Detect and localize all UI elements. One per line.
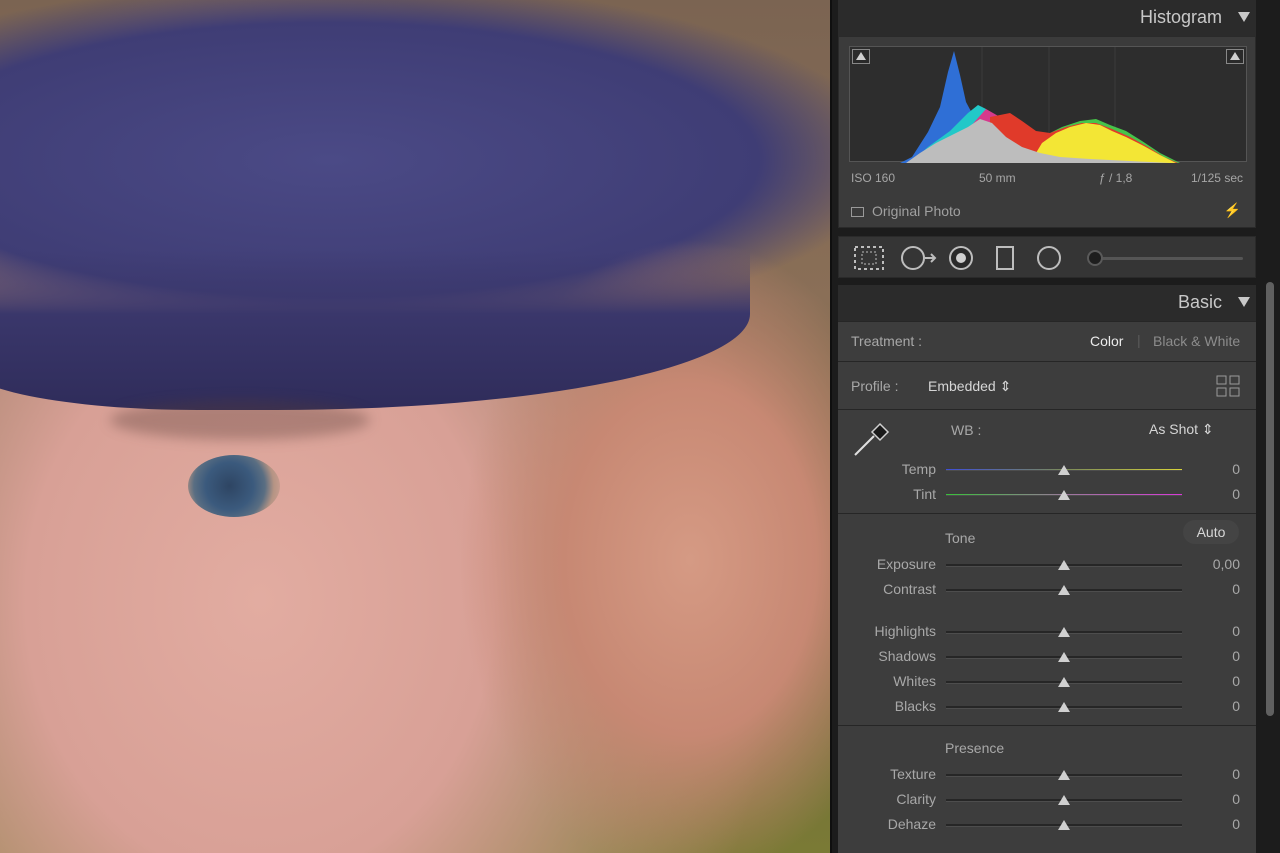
tint-slider-handle[interactable]: [1058, 490, 1070, 500]
collapse-triangle-icon[interactable]: [1238, 12, 1250, 22]
highlights-slider-label: Highlights: [874, 623, 936, 639]
histogram-panel: ISO 160 50 mm ƒ / 1,8 1/125 sec Original…: [838, 36, 1256, 228]
shadow-clipping-indicator[interactable]: [852, 49, 870, 64]
exposure-slider-handle[interactable]: [1058, 560, 1070, 570]
highlights-slider-handle[interactable]: [1058, 627, 1070, 637]
lightning-icon[interactable]: ⚡: [1224, 202, 1241, 219]
treatment-row: Treatment : Color | Black & White: [838, 321, 1256, 361]
treatment-label: Treatment :: [851, 333, 923, 349]
exif-aperture: ƒ / 1,8: [1099, 171, 1133, 185]
blacks-value[interactable]: 0: [1232, 698, 1240, 714]
tint-value[interactable]: 0: [1232, 486, 1240, 502]
profile-browser-grid-icon[interactable]: [1216, 375, 1240, 397]
basic-header[interactable]: Basic: [838, 285, 1256, 321]
adjustment-brush-icon[interactable]: [1087, 250, 1103, 266]
panel-scrollbar[interactable]: [1266, 282, 1274, 716]
brush-slider-track[interactable]: [1095, 257, 1243, 260]
wb-label: WB :: [951, 422, 982, 438]
shadows-slider-handle[interactable]: [1058, 652, 1070, 662]
basic-title: Basic: [1177, 292, 1222, 312]
white-balance-section: WB : As Shot ⇕ Temp 0 Tint 0: [838, 409, 1256, 513]
clarity-slider-handle[interactable]: [1058, 795, 1070, 805]
tone-section: Tone Auto Exposure 0,00 Contrast 0 Highlight…: [838, 513, 1256, 725]
photo-detail-eye: [188, 455, 280, 517]
whites-value[interactable]: 0: [1232, 673, 1240, 689]
original-photo-label: Original Photo: [872, 203, 961, 219]
histogram-title: Histogram: [1139, 7, 1222, 27]
profile-label: Profile :: [851, 378, 899, 394]
red-eye-icon[interactable]: [947, 245, 975, 271]
histogram-svg: [900, 47, 1240, 163]
highlights-value[interactable]: 0: [1232, 623, 1240, 639]
spot-removal-icon[interactable]: [899, 245, 937, 271]
exposure-slider-label: Exposure: [876, 556, 936, 572]
clarity-slider-label: Clarity: [896, 791, 936, 807]
highlight-clipping-indicator[interactable]: [1226, 49, 1244, 64]
checkbox-icon[interactable]: [851, 207, 864, 217]
photo-detail-brow: [110, 400, 370, 440]
temp-value[interactable]: 0: [1232, 461, 1240, 477]
exposure-value[interactable]: 0,00: [1213, 556, 1240, 572]
treatment-bw-button[interactable]: Black & White: [1153, 333, 1240, 349]
wb-select[interactable]: As Shot ⇕: [1149, 421, 1214, 438]
shadows-slider-label: Shadows: [878, 648, 936, 664]
photo-detail-hat: [0, 250, 750, 410]
crop-overlay-icon[interactable]: [853, 245, 885, 271]
tone-auto-button[interactable]: Auto: [1183, 520, 1239, 544]
temp-slider-label: Temp: [901, 461, 936, 477]
texture-slider-label: Texture: [890, 766, 936, 782]
whites-slider-handle[interactable]: [1058, 677, 1070, 687]
contrast-value[interactable]: 0: [1232, 581, 1240, 597]
collapse-triangle-icon[interactable]: [1238, 297, 1250, 307]
presence-label: Presence: [945, 740, 1005, 756]
dehaze-value[interactable]: 0: [1232, 816, 1240, 832]
radial-filter-icon[interactable]: [1035, 245, 1063, 271]
contrast-slider-label: Contrast: [883, 581, 936, 597]
dehaze-slider-handle[interactable]: [1058, 820, 1070, 830]
contrast-slider-handle[interactable]: [1058, 585, 1070, 595]
histogram-graph[interactable]: [849, 46, 1247, 163]
temp-slider-handle[interactable]: [1058, 465, 1070, 475]
exif-shutter: 1/125 sec: [1190, 171, 1243, 185]
tone-label: Tone: [945, 530, 976, 546]
blacks-slider-label: Blacks: [894, 698, 936, 714]
original-photo-toggle[interactable]: Original Photo: [851, 203, 961, 219]
treatment-separator: |: [1137, 332, 1141, 348]
presence-section: Presence Texture 0 Clarity 0 Dehaze 0: [838, 725, 1256, 853]
eyedropper-icon[interactable]: [852, 420, 892, 458]
tint-slider-label: Tint: [913, 486, 936, 502]
texture-slider-handle[interactable]: [1058, 770, 1070, 780]
photo-canvas[interactable]: [0, 0, 830, 853]
exif-iso: ISO 160: [851, 171, 896, 185]
shadows-value[interactable]: 0: [1232, 648, 1240, 664]
graduated-filter-icon[interactable]: [995, 245, 1015, 271]
profile-select[interactable]: Embedded ⇕: [928, 378, 1011, 395]
whites-slider-label: Whites: [893, 673, 936, 689]
histogram-header[interactable]: Histogram: [838, 0, 1256, 36]
texture-value[interactable]: 0: [1232, 766, 1240, 782]
clarity-value[interactable]: 0: [1232, 791, 1240, 807]
exif-focal-length: 50 mm: [979, 171, 1016, 185]
dehaze-slider-label: Dehaze: [887, 816, 936, 832]
blacks-slider-handle[interactable]: [1058, 702, 1070, 712]
profile-row: Profile : Embedded ⇕: [838, 361, 1256, 409]
treatment-color-button[interactable]: Color: [1090, 333, 1123, 349]
tool-strip: [838, 236, 1256, 278]
